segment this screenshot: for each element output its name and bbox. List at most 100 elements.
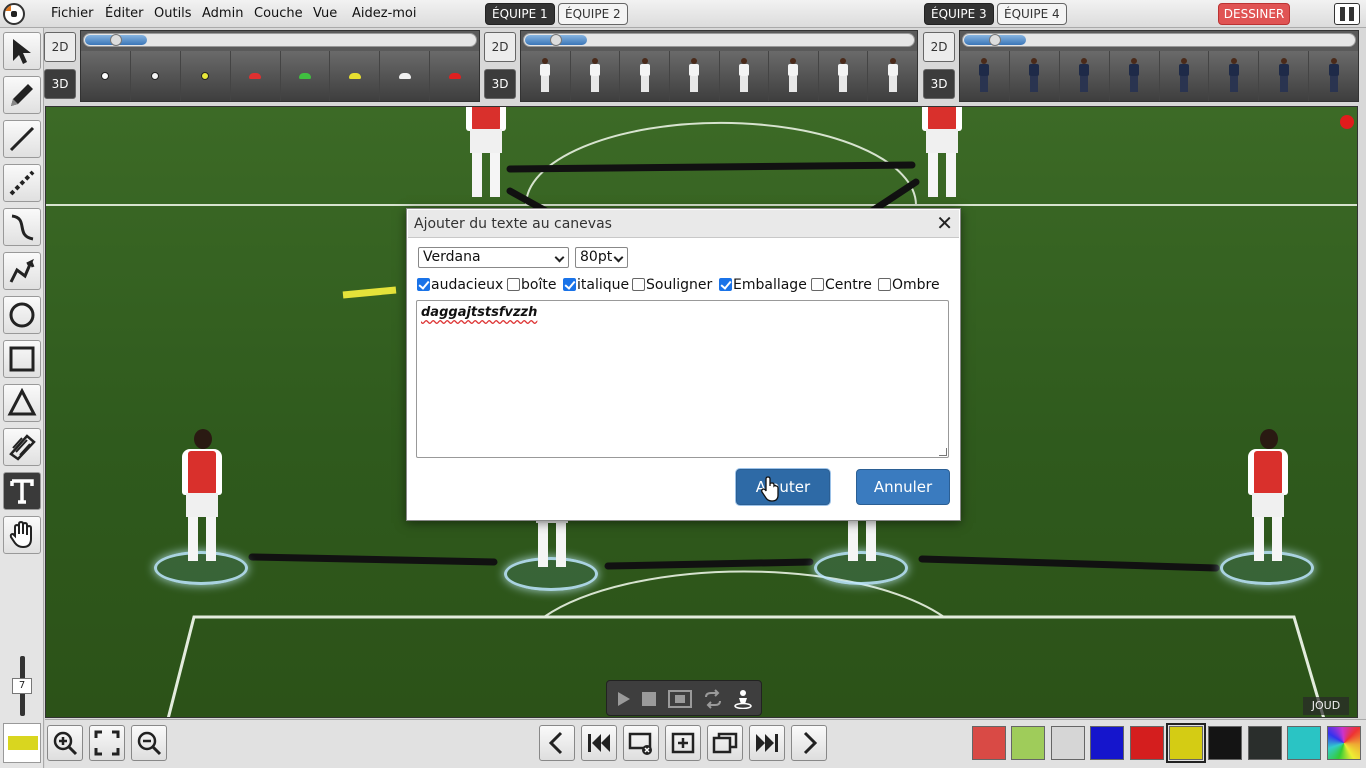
equipment-cone-4[interactable]: [230, 51, 281, 101]
navy-team-player-5[interactable]: [1159, 51, 1210, 101]
navy-team-player-4[interactable]: [1109, 51, 1160, 101]
next-frame-button[interactable]: [791, 725, 827, 761]
equipment-cone-5[interactable]: [280, 51, 331, 101]
tool-circle[interactable]: [3, 296, 41, 334]
white-team-player-2[interactable]: [570, 51, 621, 101]
tool-zigzag[interactable]: [3, 252, 41, 290]
delete-frame-button[interactable]: [623, 725, 659, 761]
navy-team-player-1[interactable]: [960, 51, 1010, 101]
white-team-player-5[interactable]: [719, 51, 770, 101]
palette-1-3d-button[interactable]: 3D: [44, 69, 76, 99]
draw-button[interactable]: DESSINER: [1218, 3, 1290, 25]
tool-line[interactable]: [3, 120, 41, 158]
cancel-button[interactable]: Annuler: [856, 469, 950, 505]
menu-aidez-moi[interactable]: Aidez-moi: [352, 6, 417, 21]
tool-hatched-area[interactable]: [3, 428, 41, 466]
stop-icon[interactable]: [639, 689, 659, 709]
menu-outils[interactable]: Outils: [154, 6, 192, 21]
option-wrap[interactable]: Emballage: [719, 277, 807, 293]
option-center[interactable]: Centre: [811, 277, 872, 293]
white-team-player-3[interactable]: [620, 51, 670, 101]
navy-team-player-6[interactable]: [1209, 51, 1260, 101]
add-button[interactable]: Ajouter: [736, 469, 830, 505]
color-picker-rainbow[interactable]: [1327, 726, 1361, 760]
white-team-player-7[interactable]: [818, 51, 869, 101]
navy-team-player-3[interactable]: [1059, 51, 1110, 101]
palette-3-slider[interactable]: [962, 33, 1356, 47]
option-bold[interactable]: audacieux: [417, 277, 503, 293]
team-3-button[interactable]: ÉQUIPE 3: [924, 3, 994, 25]
tool-hand[interactable]: [3, 516, 41, 554]
loop-icon[interactable]: [703, 689, 723, 709]
equipment-ball-2[interactable]: [130, 51, 181, 101]
color-swatch-4[interactable]: [1090, 726, 1124, 760]
equipment-cone-8[interactable]: [430, 51, 479, 101]
resize-grip-icon[interactable]: [939, 448, 947, 456]
checkbox-shadow[interactable]: [878, 278, 891, 291]
white-team-player-6[interactable]: [769, 51, 819, 101]
navy-team-player-7[interactable]: [1259, 51, 1310, 101]
size-select[interactable]: 80pt: [575, 247, 628, 268]
checkbox-bold[interactable]: [417, 278, 430, 291]
last-frame-button[interactable]: [749, 725, 785, 761]
equipment-cone-6[interactable]: [330, 51, 381, 101]
first-frame-button[interactable]: [581, 725, 617, 761]
tool-curve[interactable]: [3, 208, 41, 246]
color-swatch-8[interactable]: [1248, 726, 1282, 760]
checkbox-box[interactable]: [507, 278, 520, 291]
text-input[interactable]: daggajtstsfvzzh: [416, 300, 949, 458]
player-red-right[interactable]: [1220, 429, 1314, 585]
white-team-player-4[interactable]: [669, 51, 720, 101]
tool-dashed-line[interactable]: [3, 164, 41, 202]
option-underline[interactable]: Souligner: [632, 277, 712, 293]
tool-triangle[interactable]: [3, 384, 41, 422]
white-team-player-8[interactable]: [868, 51, 917, 101]
menu-admin[interactable]: Admin: [202, 6, 243, 21]
palette-3-2d-button[interactable]: 2D: [923, 32, 955, 62]
tool-square[interactable]: [3, 340, 41, 378]
fit-screen-button[interactable]: [89, 725, 125, 761]
previous-frame-button[interactable]: [539, 725, 575, 761]
duplicate-frame-button[interactable]: [707, 725, 743, 761]
film-icon[interactable]: [667, 689, 693, 709]
font-select[interactable]: Verdana: [418, 247, 569, 268]
zoom-in-button[interactable]: [47, 725, 83, 761]
team-4-button[interactable]: ÉQUIPE 4: [997, 3, 1067, 25]
equipment-ball-3[interactable]: [180, 51, 231, 101]
play-icon[interactable]: [613, 689, 633, 709]
close-icon[interactable]: ✕: [936, 213, 953, 233]
color-swatch-5[interactable]: [1130, 726, 1164, 760]
player-red-top-left[interactable]: [450, 107, 520, 215]
color-swatch-6[interactable]: [1166, 723, 1206, 763]
equipment-ball-1[interactable]: [81, 51, 131, 101]
color-swatch-9[interactable]: [1287, 726, 1321, 760]
navy-team-player-8[interactable]: [1309, 51, 1358, 101]
menu-fichier[interactable]: Fichier: [51, 6, 94, 21]
add-frame-button[interactable]: [665, 725, 701, 761]
zoom-out-button[interactable]: [131, 725, 167, 761]
player-red-left[interactable]: [154, 429, 248, 585]
equipment-cone-7[interactable]: [380, 51, 431, 101]
current-color-swatch[interactable]: [3, 723, 41, 763]
palette-2-3d-button[interactable]: 3D: [484, 69, 516, 99]
team-2-button[interactable]: ÉQUIPE 2: [558, 3, 628, 25]
palette-2-slider[interactable]: [523, 33, 915, 47]
menu-vue[interactable]: Vue: [313, 6, 337, 21]
color-swatch-3[interactable]: [1051, 726, 1085, 760]
checkbox-wrap[interactable]: [719, 278, 732, 291]
tool-select[interactable]: [3, 32, 41, 70]
color-swatch-7[interactable]: [1208, 726, 1242, 760]
palette-3-3d-button[interactable]: 3D: [923, 69, 955, 99]
white-team-player-1[interactable]: [521, 51, 571, 101]
option-box[interactable]: boîte: [507, 277, 556, 293]
checkbox-italic[interactable]: [563, 278, 576, 291]
panel-toggle-icon[interactable]: [1334, 3, 1360, 25]
checkbox-center[interactable]: [811, 278, 824, 291]
palette-1-slider[interactable]: [83, 33, 477, 47]
team-1-button[interactable]: ÉQUIPE 1: [485, 3, 555, 25]
player-red-top-right[interactable]: [906, 107, 976, 215]
menu-editer[interactable]: Éditer: [105, 6, 144, 21]
tool-text[interactable]: [3, 472, 41, 510]
navy-team-player-2[interactable]: [1009, 51, 1060, 101]
checkbox-underline[interactable]: [632, 278, 645, 291]
